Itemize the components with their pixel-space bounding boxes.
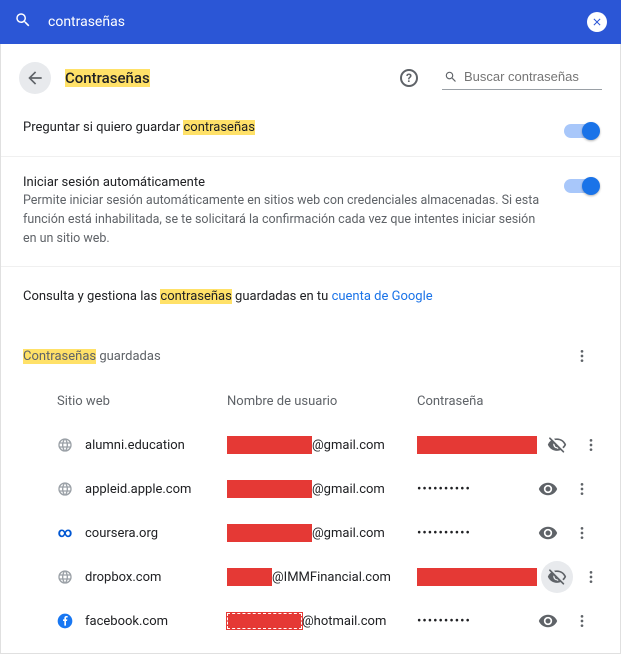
table-row[interactable]: appleid.apple.com @gmail.com •••••••••• (1, 467, 620, 511)
page-title: Contraseñas (65, 69, 150, 87)
manage-in-google-note: Consulta y gestiona las contraseñas guar… (1, 267, 620, 330)
local-search-input[interactable] (464, 69, 600, 84)
col-header-site: Sitio web (57, 394, 227, 409)
search-query[interactable]: contraseñas (48, 14, 571, 30)
col-header-pass: Contraseña (417, 394, 528, 409)
site-name: dropbox.com (85, 570, 161, 585)
local-search-field[interactable] (442, 67, 602, 90)
username-suffix: @gmail.com (312, 438, 385, 453)
show-password-button[interactable] (532, 605, 564, 637)
row-more-button[interactable] (566, 517, 598, 549)
site-favicon (57, 437, 73, 453)
ask-to-save-toggle[interactable] (564, 124, 598, 138)
setting-label: Preguntar si quiero guardar contraseñas (23, 120, 544, 135)
google-account-link[interactable]: cuenta de Google (332, 289, 433, 304)
search-icon (444, 69, 458, 85)
back-button[interactable] (19, 62, 51, 94)
saved-passwords-more-button[interactable] (566, 340, 598, 372)
omnibox-search-bar[interactable]: contraseñas (0, 0, 621, 44)
clear-search-button[interactable] (587, 12, 607, 32)
username-suffix: @hotmail.com (302, 614, 386, 629)
saved-passwords-header: Contraseñas guardadas (1, 330, 620, 390)
setting-label: Iniciar sesión automáticamente (23, 175, 544, 190)
password-redacted (417, 568, 537, 586)
row-more-button[interactable] (575, 429, 607, 461)
table-header: Sitio web Nombre de usuario Contraseña (1, 390, 620, 423)
table-row[interactable]: alumni.education @gmail.com (1, 423, 620, 467)
table-row[interactable]: dropbox.com @IMMFinancial.com (1, 555, 620, 599)
show-password-button[interactable] (541, 561, 573, 593)
username-suffix: @IMMFinancial.com (272, 570, 391, 585)
table-row[interactable]: ∞ coursera.org @gmail.com •••••••••• (1, 511, 620, 555)
site-favicon (57, 569, 73, 585)
site-name: coursera.org (85, 526, 158, 541)
setting-ask-to-save: Preguntar si quiero guardar contraseñas (1, 102, 620, 157)
row-more-button[interactable] (575, 561, 607, 593)
password-masked: •••••••••• (417, 526, 471, 541)
username-redacted (227, 613, 302, 629)
show-password-button[interactable] (532, 473, 564, 505)
username-redacted (227, 524, 312, 542)
site-name: appleid.apple.com (85, 482, 191, 497)
row-more-button[interactable] (566, 473, 598, 505)
username-suffix: @gmail.com (312, 526, 385, 541)
username-redacted (227, 568, 272, 586)
page-header: Contraseñas ? (1, 44, 620, 102)
help-button[interactable]: ? (400, 69, 418, 87)
setting-description: Permite iniciar sesión automáticamente e… (23, 192, 544, 248)
password-masked: •••••••••• (417, 614, 471, 629)
table-row[interactable]: facebook.com @hotmail.com •••••••••• (1, 599, 620, 643)
site-name: alumni.education (85, 438, 185, 453)
site-name: facebook.com (85, 614, 168, 629)
setting-auto-signin: Iniciar sesión automáticamente Permite i… (1, 157, 620, 267)
search-icon (14, 11, 32, 33)
site-favicon: ∞ (57, 525, 73, 541)
auto-signin-toggle[interactable] (564, 179, 598, 193)
username-redacted (227, 480, 312, 498)
site-favicon (57, 481, 73, 497)
username-redacted (227, 436, 312, 454)
passwords-settings-panel: Contraseñas ? Preguntar si quiero guarda… (0, 44, 621, 654)
password-masked: •••••••••• (417, 482, 471, 497)
show-password-button[interactable] (532, 517, 564, 549)
col-header-user: Nombre de usuario (227, 394, 417, 409)
show-password-button[interactable] (541, 429, 573, 461)
site-favicon (57, 613, 73, 629)
password-redacted (417, 436, 537, 454)
username-suffix: @gmail.com (312, 482, 385, 497)
row-more-button[interactable] (566, 605, 598, 637)
